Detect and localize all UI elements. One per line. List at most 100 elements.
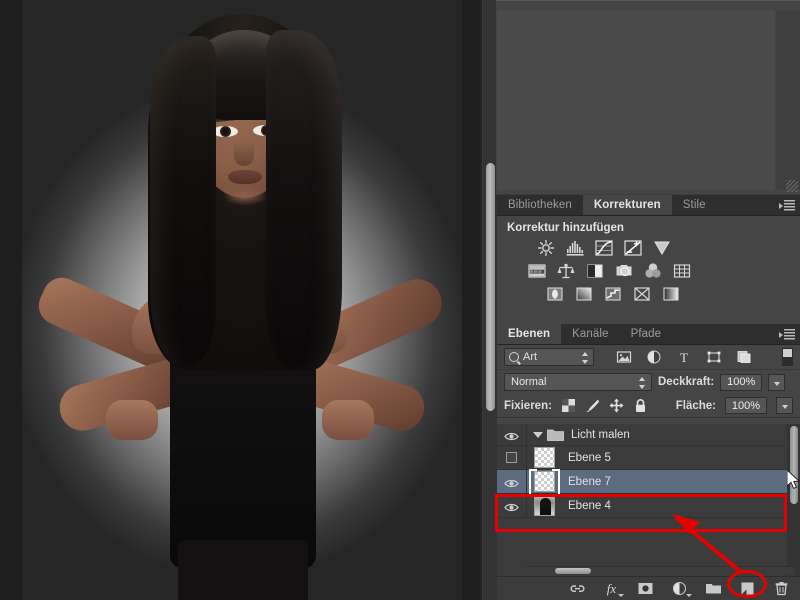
chevron-updown-icon <box>639 377 646 389</box>
svg-text:fx: fx <box>607 581 617 596</box>
black-white-icon[interactable] <box>585 262 605 280</box>
lock-all-icon[interactable] <box>633 398 648 413</box>
table-row[interactable]: Ebene 5 <box>497 446 800 470</box>
delete-layer-button[interactable] <box>773 580 790 597</box>
filter-icon-group: T <box>616 349 752 365</box>
adjustments-row-2 <box>497 262 800 280</box>
layer-name[interactable]: Ebene 4 <box>561 500 611 512</box>
layer-thumbnail-cell[interactable] <box>527 447 561 468</box>
dock-scrollbar[interactable] <box>483 0 497 600</box>
document-canvas[interactable] <box>0 0 480 600</box>
folder-icon <box>547 428 564 441</box>
model-subject <box>0 0 480 600</box>
layer-list-scrollbar-thumb[interactable] <box>790 426 798 504</box>
search-icon <box>509 352 519 362</box>
layer-mask-button[interactable] <box>637 580 654 597</box>
blend-mode-select[interactable]: Normal <box>504 373 652 391</box>
selective-color-icon[interactable] <box>632 285 652 303</box>
layer-name[interactable]: Licht malen <box>571 429 630 441</box>
chevron-updown-icon <box>582 352 589 364</box>
opacity-value[interactable]: 100% <box>720 373 763 391</box>
posterize-icon[interactable] <box>574 285 594 303</box>
layer-thumbnail[interactable] <box>533 495 555 516</box>
curves-icon[interactable] <box>594 239 614 257</box>
chevron-down-icon <box>686 594 692 597</box>
eye-icon[interactable] <box>504 500 519 512</box>
filter-enable-toggle[interactable] <box>782 348 793 366</box>
lock-transparency-icon[interactable] <box>561 398 576 413</box>
new-adjustment-layer-button[interactable] <box>671 580 692 597</box>
lock-position-icon[interactable] <box>609 398 624 413</box>
layer-visibility-cell[interactable] <box>497 494 527 517</box>
eye-icon[interactable] <box>504 476 519 488</box>
layer-thumbnail-cell[interactable] <box>527 469 561 501</box>
tab-korrekturen[interactable]: Korrekturen <box>582 195 672 215</box>
lock-image-icon[interactable] <box>585 398 600 413</box>
layers-panel-menu-icon[interactable] <box>777 329 795 341</box>
layer-style-button[interactable]: fx <box>603 580 624 597</box>
levels-icon[interactable] <box>565 239 585 257</box>
layer-name[interactable]: Ebene 5 <box>561 452 611 464</box>
layers-tabbar: Ebenen Kanäle Pfade <box>497 324 800 345</box>
adjustments-row-1 <box>497 239 800 257</box>
layer-visibility-cell[interactable] <box>497 446 527 469</box>
eye-icon[interactable] <box>504 429 519 441</box>
layer-thumbnail[interactable] <box>528 469 560 501</box>
svg-text:T: T <box>680 350 688 365</box>
color-lookup-icon[interactable] <box>672 262 692 280</box>
color-balance-icon[interactable] <box>556 262 576 280</box>
top-panel-content <box>497 11 775 190</box>
filter-kind-select[interactable]: Art <box>504 348 594 366</box>
filter-type-icon[interactable]: T <box>676 349 692 365</box>
layer-list-horizontal-scrollbar[interactable] <box>527 566 795 575</box>
blend-opacity-row: Normal Deckkraft: 100% <box>497 370 800 394</box>
tab-bibliotheken[interactable]: Bibliotheken <box>497 195 583 215</box>
filter-shape-icon[interactable] <box>706 349 722 365</box>
opacity-dropdown-button[interactable] <box>768 373 786 391</box>
layer-thumbnail[interactable] <box>533 447 555 468</box>
table-row[interactable]: Ebene 7 <box>497 469 800 501</box>
adjustments-icon-grid <box>497 236 800 303</box>
tab-kanaele[interactable]: Kanäle <box>561 324 620 344</box>
vibrance-icon[interactable] <box>652 239 672 257</box>
layer-name[interactable]: Ebene 7 <box>561 476 611 488</box>
new-group-button[interactable] <box>705 580 722 597</box>
adjustments-tabbar: Bibliotheken Korrekturen Stile <box>497 195 800 216</box>
brightness-contrast-icon[interactable] <box>536 239 556 257</box>
adjustments-panel-menu-icon[interactable] <box>777 200 795 212</box>
fill-dropdown-button[interactable] <box>776 397 793 414</box>
dock-scrollbar-thumb[interactable] <box>486 163 495 411</box>
tab-pfade[interactable]: Pfade <box>619 324 673 344</box>
top-panel-gutter <box>776 11 800 190</box>
new-layer-button[interactable] <box>739 580 756 597</box>
lips <box>228 170 262 184</box>
exposure-icon[interactable] <box>623 239 643 257</box>
layer-thumbnail-cell[interactable] <box>527 495 561 516</box>
resize-grip[interactable] <box>786 180 798 192</box>
eye-off-icon[interactable] <box>506 452 517 463</box>
chin <box>222 186 268 206</box>
threshold-icon[interactable] <box>603 285 623 303</box>
chevron-down-icon[interactable] <box>533 431 543 438</box>
tab-ebenen[interactable]: Ebenen <box>497 324 562 344</box>
link-layers-button[interactable] <box>569 580 586 597</box>
tab-stile[interactable]: Stile <box>671 195 717 215</box>
filter-smartobject-icon[interactable] <box>736 349 752 365</box>
photo-filter-icon[interactable] <box>614 262 634 280</box>
adjustments-panel: Bibliotheken Korrekturen Stile Korrektur… <box>497 195 800 325</box>
layer-visibility-cell[interactable] <box>497 470 527 493</box>
gradient-map-icon[interactable] <box>661 285 681 303</box>
filter-kind-value: Art <box>523 351 538 363</box>
table-row[interactable]: Ebene 4 <box>497 494 800 518</box>
table-row[interactable]: Licht malen <box>497 424 800 446</box>
layer-visibility-cell[interactable] <box>497 424 527 445</box>
filter-pixel-icon[interactable] <box>616 349 632 365</box>
layers-bottom-toolbar: fx <box>497 576 800 600</box>
filter-adjustment-icon[interactable] <box>646 349 662 365</box>
channel-mixer-icon[interactable] <box>643 262 663 280</box>
fill-value[interactable]: 100% <box>725 397 767 414</box>
layer-list-scrollbar[interactable] <box>787 424 800 576</box>
hue-saturation-icon[interactable] <box>527 262 547 280</box>
layer-list[interactable]: Licht malen Ebene 5 Ebene 7 Ebene 4 <box>497 424 800 576</box>
invert-icon[interactable] <box>545 285 565 303</box>
